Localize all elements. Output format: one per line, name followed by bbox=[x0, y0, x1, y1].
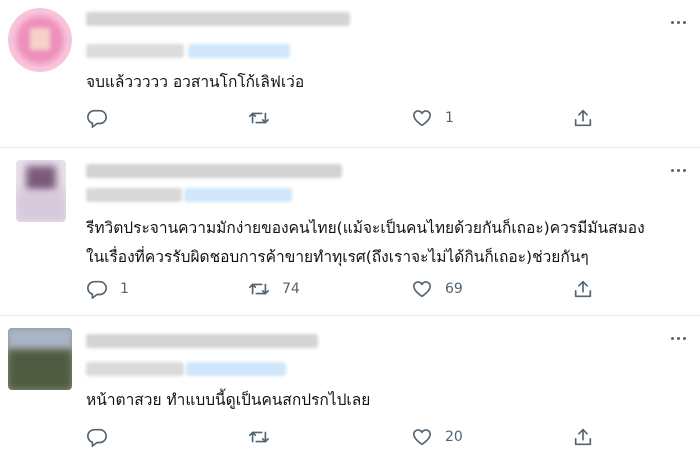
share-button[interactable] bbox=[572, 104, 594, 132]
heart-icon bbox=[412, 281, 432, 298]
share-icon bbox=[574, 428, 592, 446]
reply-icon bbox=[87, 109, 107, 128]
more-icon bbox=[670, 20, 674, 24]
tweet-1[interactable]: จบแล้ววววว อวสานโกโก้เลิฟเว่อ 1 bbox=[0, 0, 700, 148]
like-button[interactable]: 1 bbox=[411, 104, 454, 132]
blurred-username[interactable] bbox=[86, 12, 350, 26]
blurred-handle-link[interactable] bbox=[184, 188, 292, 202]
reply-button[interactable] bbox=[86, 423, 120, 451]
tweet-actions: 1 74 69 bbox=[86, 275, 596, 303]
avatar[interactable] bbox=[8, 328, 72, 390]
blurred-handle[interactable] bbox=[86, 362, 184, 376]
retweet-button[interactable] bbox=[248, 104, 282, 132]
tweet-actions: 1 bbox=[86, 104, 596, 132]
reply-button[interactable]: 1 bbox=[86, 275, 129, 303]
tweet-text-line-2: ในเรื่องที่ควรรับผิดชอบการค้าขายทำทุเรศ(… bbox=[86, 248, 589, 266]
blurred-handle[interactable] bbox=[86, 188, 182, 202]
like-button[interactable]: 69 bbox=[411, 275, 463, 303]
tweet-actions: 20 bbox=[86, 423, 596, 451]
more-options-button[interactable] bbox=[666, 10, 690, 34]
more-icon bbox=[670, 336, 674, 340]
share-button[interactable] bbox=[572, 423, 594, 451]
blurred-username[interactable] bbox=[86, 164, 342, 178]
more-icon bbox=[670, 168, 674, 172]
blurred-handle-link[interactable] bbox=[186, 362, 286, 376]
more-options-button[interactable] bbox=[666, 158, 690, 182]
tweet-text-line-1: รีทวิตประจานความมักง่ายของคนไทย(แม้จะเป็… bbox=[86, 219, 645, 237]
reply-icon bbox=[87, 428, 107, 447]
heart-icon bbox=[412, 110, 432, 127]
reply-icon bbox=[87, 280, 107, 299]
share-icon bbox=[574, 109, 592, 127]
heart-icon bbox=[412, 429, 432, 446]
tweet-text: จบแล้ววววว อวสานโกโก้เลิฟเว่อ bbox=[86, 73, 305, 91]
tweet-2[interactable]: รีทวิตประจานความมักง่ายของคนไทย(แม้จะเป็… bbox=[0, 148, 700, 316]
retweet-icon bbox=[249, 283, 269, 295]
share-icon bbox=[574, 280, 592, 298]
retweet-icon bbox=[249, 431, 269, 443]
retweet-button[interactable] bbox=[248, 423, 282, 451]
tweet-text: หน้าตาสวย ทำแบบนี้ดูเป็นคนสกปรกไปเลย bbox=[86, 391, 371, 409]
retweet-icon bbox=[249, 112, 269, 124]
avatar[interactable] bbox=[8, 8, 72, 72]
blurred-username[interactable] bbox=[86, 334, 318, 348]
more-options-button[interactable] bbox=[666, 326, 690, 350]
reply-button[interactable] bbox=[86, 104, 120, 132]
blurred-handle-link[interactable] bbox=[188, 44, 290, 58]
share-button[interactable] bbox=[572, 275, 594, 303]
retweet-button[interactable]: 74 bbox=[248, 275, 300, 303]
blurred-handle[interactable] bbox=[86, 44, 184, 58]
tweet-3[interactable]: หน้าตาสวย ทำแบบนี้ดูเป็นคนสกปรกไปเลย 20 bbox=[0, 316, 700, 459]
avatar[interactable] bbox=[16, 160, 66, 222]
like-button[interactable]: 20 bbox=[411, 423, 463, 451]
